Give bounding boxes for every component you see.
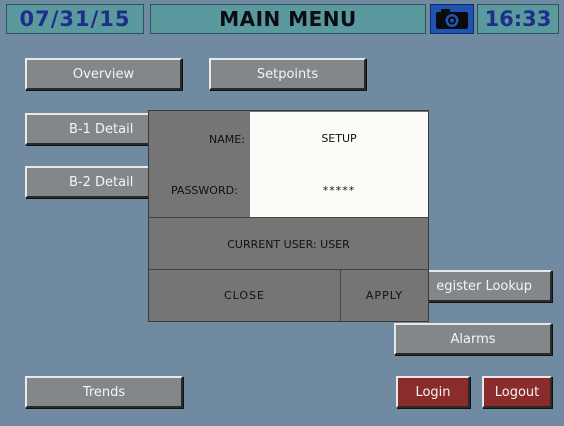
- login-button[interactable]: Login: [396, 376, 470, 408]
- date-display: 07/31/15: [6, 4, 144, 34]
- trends-button[interactable]: Trends: [25, 376, 183, 408]
- date-text: 07/31/15: [19, 7, 131, 31]
- main-menu-screen: 07/31/15 MAIN MENU 16:33 Overview Setpoi…: [0, 0, 564, 426]
- password-field[interactable]: *****: [250, 164, 428, 217]
- time-display: 16:33: [477, 4, 559, 34]
- screen-title: MAIN MENU: [150, 4, 426, 34]
- current-user-label: CURRENT USER: USER: [149, 217, 428, 270]
- time-text: 16:33: [484, 7, 552, 31]
- camera-icon: [436, 9, 468, 29]
- name-field[interactable]: SETUP: [250, 112, 428, 165]
- screen-title-text: MAIN MENU: [219, 7, 357, 31]
- password-label: PASSWORD:: [171, 184, 238, 197]
- close-button[interactable]: CLOSE: [149, 269, 341, 321]
- overview-button[interactable]: Overview: [25, 58, 182, 90]
- setpoints-button[interactable]: Setpoints: [209, 58, 366, 90]
- alarms-button[interactable]: Alarms: [394, 323, 552, 355]
- logout-button[interactable]: Logout: [482, 376, 552, 408]
- login-dialog: NAME: SETUP PASSWORD: ***** CURRENT USER…: [148, 110, 429, 322]
- apply-button[interactable]: APPLY: [341, 269, 428, 321]
- camera-button[interactable]: [430, 4, 474, 34]
- name-label: NAME:: [209, 133, 245, 146]
